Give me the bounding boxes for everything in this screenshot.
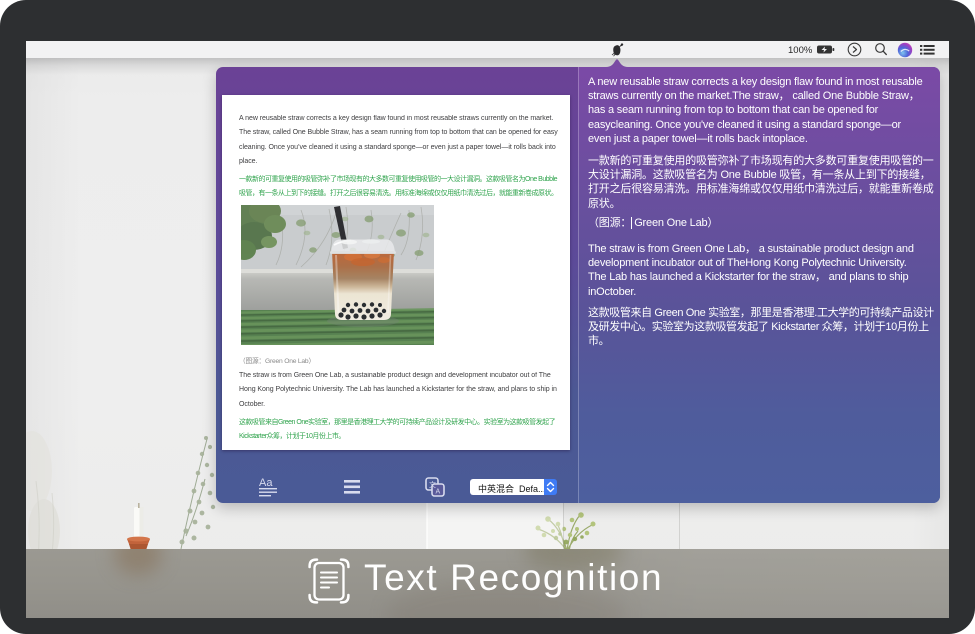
svg-text:A: A [436,489,441,496]
svg-text:Aa: Aa [259,477,273,489]
